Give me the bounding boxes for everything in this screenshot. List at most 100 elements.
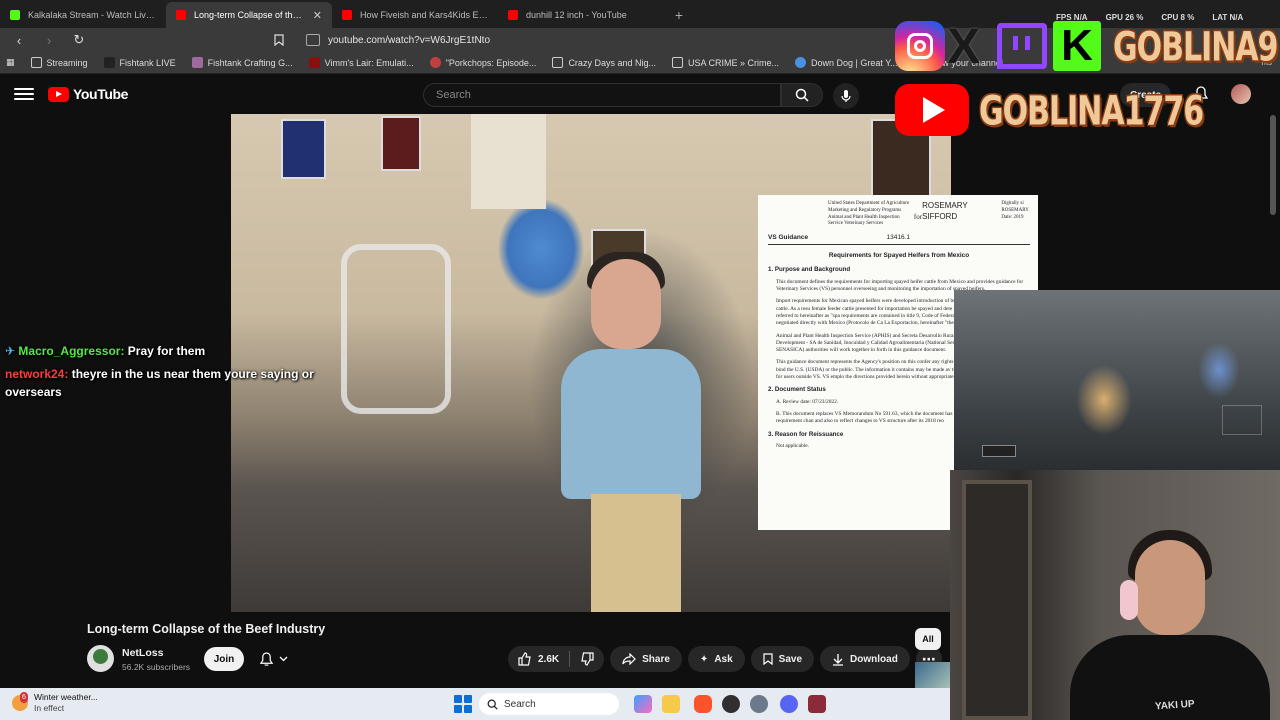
- bookmark-item[interactable]: Crazy Days and Nig...: [552, 57, 656, 68]
- browser-tab-fiveish[interactable]: How Fiveish and Kars4Kids Endanger: [332, 2, 498, 28]
- bookmark-item[interactable]: Fishtank Crafting G...: [191, 57, 293, 68]
- fishtank-icon: [103, 57, 115, 68]
- taskbar-search[interactable]: Search: [479, 693, 619, 715]
- social-handle-top: GOBLINA911: [1113, 24, 1280, 72]
- youtube-logo[interactable]: YouTube: [48, 86, 128, 102]
- chat-text: Pray for them: [127, 344, 206, 358]
- url-text: youtube.com/watch?v=W6JrgE1tNto: [328, 34, 491, 46]
- new-tab-button[interactable]: +: [664, 2, 694, 28]
- obs-app-icon[interactable]: [722, 695, 740, 713]
- brave-browser-icon[interactable]: [694, 695, 712, 713]
- search-button[interactable]: [781, 83, 823, 107]
- recommended-thumbnail[interactable]: [915, 662, 950, 688]
- video-title: Long-term Collapse of the Beef Industry: [87, 622, 326, 636]
- chat-message: ✈ Macro_Aggressor: Pray for them: [5, 342, 330, 360]
- thumbs-down-icon: [581, 652, 594, 666]
- share-button[interactable]: Share: [610, 646, 682, 672]
- kick-icon: K: [1053, 21, 1101, 71]
- ask-button[interactable]: ✦ Ask: [687, 646, 745, 672]
- dislike-button[interactable]: [570, 646, 604, 672]
- headphones-icon: [1120, 580, 1138, 620]
- wall-poster: [381, 116, 421, 171]
- site-icon: [308, 57, 320, 68]
- wall-poster: [471, 114, 546, 209]
- document-header: United States Department of Agriculture …: [768, 201, 1030, 228]
- wall-poster: [281, 119, 326, 179]
- bookmark-item[interactable]: Down Dog | Great Y...: [794, 57, 898, 68]
- streamer-face: [1135, 540, 1205, 635]
- youtube-favicon-icon: [508, 10, 518, 20]
- person-shirt: [561, 349, 701, 499]
- chat-overlay: ✈ Macro_Aggressor: Pray for them network…: [5, 342, 330, 401]
- app-icon[interactable]: [808, 695, 826, 713]
- office-chair: [341, 244, 451, 414]
- forward-arrow-icon[interactable]: ›: [38, 30, 60, 50]
- chat-message: network24: theyre in the us near them yo…: [5, 365, 330, 401]
- youtube-favicon-icon: [342, 10, 352, 20]
- bookmark-item[interactable]: Vimm's Lair: Emulati...: [308, 57, 414, 68]
- weather-widget[interactable]: 6 Winter weather... In effect: [12, 692, 98, 714]
- windows-start-icon[interactable]: [454, 695, 472, 713]
- share-icon: [622, 653, 636, 665]
- x-twitter-icon: X: [947, 18, 981, 74]
- thumbs-up-icon: [518, 652, 531, 666]
- bookmark-item[interactable]: "Porkchops: Episode...: [429, 57, 536, 68]
- youtube-icon: [895, 84, 969, 136]
- bookmark-item[interactable]: USA CRIME » Crime...: [671, 57, 779, 68]
- file-explorer-icon[interactable]: [662, 695, 680, 713]
- document-guidance-line: VS Guidance 13416.1: [768, 234, 1030, 245]
- search-input[interactable]: Search: [423, 83, 781, 107]
- chevron-down-icon: [279, 656, 288, 662]
- site-icon: [191, 57, 203, 68]
- weather-badge: 6: [20, 692, 28, 703]
- bookmark-item[interactable]: Streaming: [30, 57, 88, 68]
- discord-app-icon[interactable]: [780, 695, 798, 713]
- video-actions: 2.6K Share ✦ Ask Save Download ⋯: [508, 646, 942, 672]
- weather-title: Winter weather...: [34, 692, 98, 702]
- reload-icon[interactable]: ↻: [68, 30, 90, 50]
- microphone-icon: [841, 90, 851, 102]
- address-bar[interactable]: youtube.com/watch?v=W6JrgE1tNto: [306, 30, 906, 50]
- download-button[interactable]: Download: [820, 646, 910, 672]
- tab-title: Long-term Collapse of the Beef Industry: [194, 10, 305, 20]
- bookmark-item[interactable]: Fishtank LIVE: [103, 57, 176, 68]
- app-icon[interactable]: [750, 695, 768, 713]
- search-icon: [487, 699, 498, 710]
- browser-tab-dunhill[interactable]: dunhill 12 inch - YouTube: [498, 2, 664, 28]
- search-icon: [795, 88, 809, 102]
- channel-name[interactable]: NetLoss: [122, 647, 163, 659]
- browser-tab-kick[interactable]: Kalkalaka Stream - Watch Live on Kick: [0, 2, 166, 28]
- document-signer-meta: Digitally si ROSEMARY Date: 2019: [1001, 201, 1029, 220]
- weather-subtitle: In effect: [34, 703, 65, 713]
- menu-icon[interactable]: [14, 84, 34, 104]
- document-heading: Requirements for Spayed Heifers from Mex…: [828, 251, 970, 259]
- social-handle-bottom: GOBLINA1776: [979, 88, 1204, 136]
- youtube-favicon-icon: [176, 10, 186, 20]
- youtube-play-icon: [48, 86, 69, 102]
- tab-title: How Fiveish and Kars4Kids Endanger: [360, 10, 488, 20]
- document-for: for: [913, 213, 923, 221]
- join-button[interactable]: Join: [204, 647, 244, 671]
- save-button[interactable]: Save: [750, 646, 815, 672]
- like-button[interactable]: 2.6K: [508, 646, 569, 672]
- channel-avatar[interactable]: [87, 645, 114, 672]
- like-dislike-group: 2.6K: [508, 646, 605, 672]
- bookmark-icon[interactable]: [268, 30, 290, 50]
- subscription-bell-button[interactable]: [250, 647, 298, 671]
- apps-grid-icon[interactable]: ▦: [6, 57, 15, 68]
- copilot-app-icon[interactable]: [634, 695, 652, 713]
- windows-taskbar: 6 Winter weather... In effect Search: [0, 688, 950, 720]
- page-scrollbar[interactable]: [1270, 115, 1276, 215]
- voice-search-button[interactable]: [833, 83, 859, 109]
- site-info-icon[interactable]: [306, 34, 320, 46]
- back-arrow-icon[interactable]: ‹: [8, 30, 30, 50]
- browser-tab-active[interactable]: Long-term Collapse of the Beef Industry …: [166, 2, 332, 28]
- twitch-icon: [997, 23, 1047, 69]
- chip-all[interactable]: All: [915, 628, 941, 650]
- webcam-overlay: YAKI UP: [950, 470, 1280, 720]
- weather-icon: 6: [12, 692, 28, 711]
- tab-title: dunhill 12 inch - YouTube: [526, 10, 627, 20]
- close-tab-icon[interactable]: ✕: [313, 9, 322, 22]
- download-icon: [833, 653, 844, 666]
- bell-icon: [260, 651, 273, 666]
